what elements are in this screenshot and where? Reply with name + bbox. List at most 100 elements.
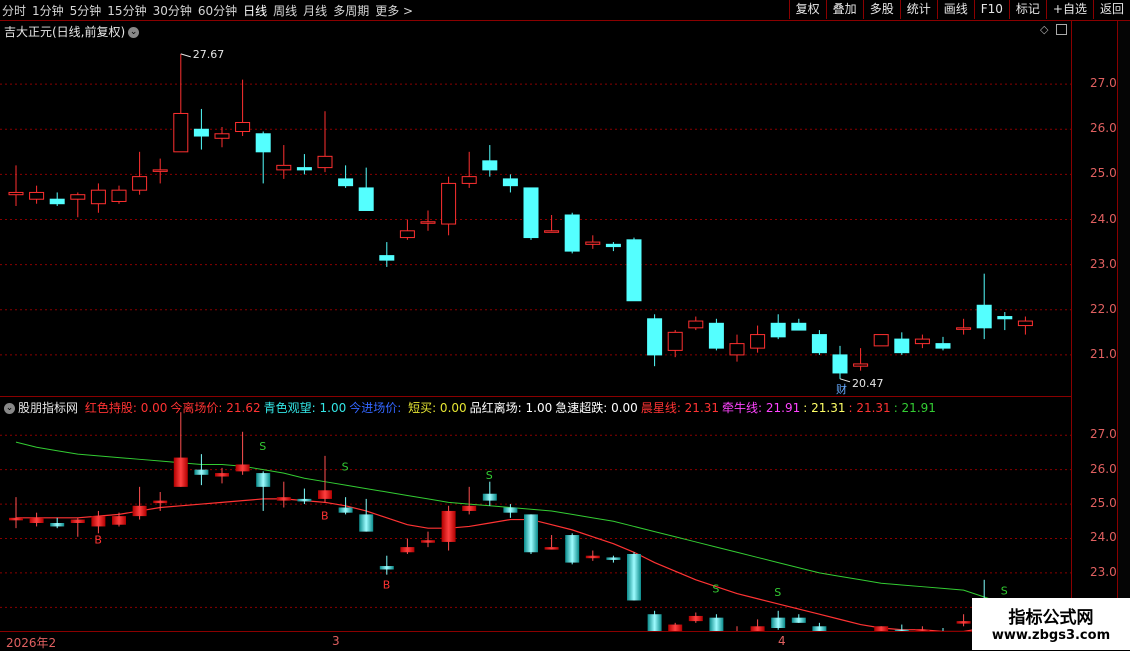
panel-collapse-icon[interactable]	[1056, 24, 1067, 35]
indicator-body-down	[791, 617, 806, 623]
tab-60min[interactable]: 60分钟	[198, 2, 237, 19]
candle	[173, 53, 189, 153]
candle	[255, 131, 271, 184]
watermark-url: www.zbgs3.com	[991, 628, 1111, 643]
chevron-down-icon[interactable]: ⌄	[4, 403, 15, 414]
lower-band-line	[16, 498, 1026, 631]
stock-title: 吉大正元(日线,前复权)	[4, 25, 126, 39]
indicator-candle	[627, 552, 641, 601]
candle	[482, 145, 498, 177]
indicator-candle	[297, 488, 312, 505]
buy-signal: B	[383, 578, 391, 591]
candle	[132, 151, 148, 195]
low-price-label: 20.47	[852, 377, 884, 390]
tab-15min[interactable]: 15分钟	[107, 2, 146, 19]
indicator-body-down	[297, 498, 312, 502]
tab-multi-period[interactable]: 多周期	[333, 2, 369, 19]
draw-line-button[interactable]: 画线	[936, 0, 974, 19]
indicator-body-down	[482, 493, 497, 501]
candle-body-up	[729, 343, 745, 356]
candle	[214, 127, 230, 148]
indicator-body-up	[688, 615, 703, 622]
tab-more[interactable]: 更多 >	[375, 2, 413, 19]
candle	[811, 330, 827, 355]
candle	[832, 345, 848, 379]
sell-signal: S	[259, 440, 266, 453]
indicator-body-up	[585, 555, 600, 559]
candle	[770, 314, 786, 340]
tab-monthly[interactable]: 月线	[303, 2, 327, 19]
high-price-pointer	[180, 53, 191, 58]
candle-body-down	[358, 187, 374, 211]
finance-badge: 财	[836, 382, 847, 396]
candle	[605, 242, 621, 252]
candle	[441, 176, 457, 236]
indicator-body-up	[91, 516, 106, 527]
indicator-candle	[50, 517, 65, 529]
mark-button[interactable]: 标记	[1008, 0, 1046, 19]
indicator-body-up	[400, 547, 415, 553]
candle-body-up	[111, 189, 127, 202]
indicator-legend: ⌄ 股朋指标网 红色持股: 0.00 今离场价: 21.62 青色观望: 1.00 今进…	[4, 399, 942, 416]
indicator-candle	[565, 533, 580, 565]
indicator-body-up	[235, 464, 250, 472]
indicator-body-up	[215, 473, 229, 477]
candle-body-down	[255, 133, 271, 153]
indicator-values: 红色持股: 0.00 今离场价: 21.62 青色观望: 1.00 今进场价: 短买:…	[85, 401, 939, 415]
tab-30min[interactable]: 30分钟	[153, 2, 192, 19]
indicator-candle	[956, 614, 971, 627]
tab-5min[interactable]: 5分钟	[70, 2, 102, 19]
add-watchlist-button[interactable]: +自选	[1045, 0, 1093, 19]
price-axis: 27.00 26.00 25.00 24.00 23.00 22.00 21.00 27.00…	[1071, 21, 1124, 631]
back-button[interactable]: 返回	[1092, 0, 1130, 19]
main-chart-panel[interactable]: 27.67 20.47 财 吉大正元(日线,前复权) ⌄ ◇	[0, 21, 1071, 396]
candle-body-down	[338, 178, 354, 187]
indicator-candle	[276, 481, 291, 508]
indicator-body-down	[709, 617, 724, 631]
indicator-value-5: 品红离场: 1.00	[469, 401, 553, 415]
candle-body-down	[49, 198, 65, 205]
f10-button[interactable]: F10	[973, 0, 1009, 19]
upper-band-line	[15, 441, 1026, 608]
candle-body-up	[461, 176, 477, 184]
candle-body-down	[647, 318, 663, 356]
date-label-feb: 2026年2	[6, 636, 57, 650]
tab-weekly[interactable]: 周线	[273, 2, 297, 19]
multi-stock-button[interactable]: 多股	[862, 0, 900, 19]
tab-fenshi[interactable]: 分时	[2, 2, 26, 19]
indicator-candle	[215, 467, 229, 484]
indicator-body-up	[70, 519, 85, 523]
indicator-candle	[482, 481, 497, 506]
candle	[111, 185, 127, 204]
candle	[853, 348, 869, 371]
indicator-panel[interactable]: SSSSSSBBBBB ⌄股朋指标网 红色持股: 0.00今离场价: 21.62…	[0, 398, 1071, 631]
indicator-name: 股朋指标网	[18, 401, 79, 415]
stats-button[interactable]: 统计	[899, 0, 937, 19]
indicator-value-1: 今离场价: 21.62	[170, 401, 261, 415]
diamond-icon[interactable]: ◇	[1040, 23, 1048, 36]
sell-signal: S	[1001, 584, 1008, 597]
fuquan-button[interactable]: 复权	[788, 0, 826, 19]
candle-body-up	[585, 241, 601, 245]
candle-body-up	[70, 194, 86, 200]
indicator-candle	[400, 538, 415, 554]
candle	[276, 145, 292, 179]
candle-body-up	[914, 338, 930, 345]
sell-signal: S	[486, 469, 493, 482]
tab-1min[interactable]: 1分钟	[32, 2, 64, 19]
candle-body-up	[441, 182, 457, 225]
candle	[626, 237, 642, 302]
indicator-body-up	[173, 457, 188, 487]
indicator-candle	[585, 550, 600, 561]
tab-daily[interactable]: 日线	[243, 2, 267, 19]
panel-divider[interactable]	[0, 396, 1071, 397]
chevron-down-icon[interactable]: ⌄	[128, 27, 140, 38]
right-side-strip[interactable]	[1117, 21, 1130, 631]
overlay-button[interactable]: 叠加	[825, 0, 863, 19]
candle-body-down	[708, 322, 724, 349]
sell-signal: S	[342, 461, 349, 474]
indicator-body-down	[359, 514, 374, 532]
candle-body-up	[173, 112, 189, 153]
candle-body-up	[420, 221, 436, 224]
indicator-body-up	[29, 517, 44, 523]
